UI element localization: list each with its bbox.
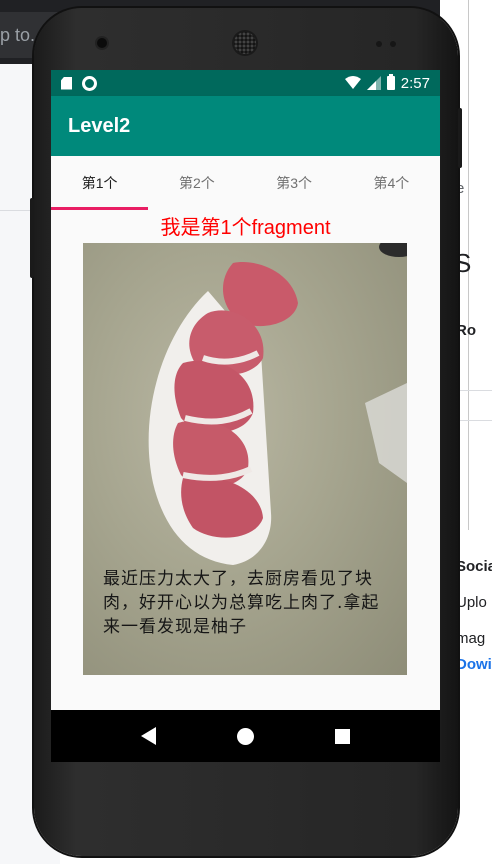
tab-4[interactable]: 第4个	[343, 156, 440, 210]
sd-card-icon	[61, 76, 72, 90]
device-screen: 2:57 Level2 第1个 第2个 第3个 第4个 我是第1个fragmen…	[51, 70, 440, 762]
background-window	[468, 0, 492, 530]
fragment-text: 我是第1个fragment	[160, 217, 331, 239]
proximity-sensor	[376, 41, 382, 47]
tab-1[interactable]: 第1个	[51, 156, 148, 210]
signal-icon	[366, 76, 381, 90]
photo-caption: 最近压力太大了，去厨房看见了块肉，好开心以为总算吃上肉了.拿起来一看发现是柚子	[103, 569, 380, 637]
recents-icon[interactable]	[334, 728, 350, 744]
power-button[interactable]	[458, 108, 462, 168]
volume-button[interactable]	[30, 198, 34, 278]
home-icon[interactable]	[236, 727, 254, 745]
tab-2[interactable]: 第2个	[148, 156, 245, 210]
tab-layout: 第1个 第2个 第3个 第4个	[51, 156, 440, 210]
tab-label: 第1个	[81, 175, 118, 191]
navigation-bar	[51, 710, 440, 762]
background-link[interactable]: Dowi	[456, 656, 492, 673]
app-title: Level2	[68, 114, 131, 137]
background-text: Socia	[456, 558, 492, 575]
front-camera	[97, 38, 107, 48]
status-time: 2:57	[400, 74, 430, 92]
fragment-content: 我是第1个fragment 最近压力太大了，去厨房看见了块肉，好开心以为总算吃上…	[51, 210, 440, 696]
light-sensor	[390, 41, 396, 47]
app-bar: Level2	[51, 96, 440, 156]
tab-label: 第3个	[276, 175, 313, 191]
tab-label: 第2个	[178, 175, 215, 191]
background-divider	[460, 390, 492, 391]
background-text: Ro	[456, 322, 476, 339]
background-divider	[460, 420, 492, 421]
wifi-icon	[344, 76, 361, 89]
meme-photo: 最近压力太大了，去厨房看见了块肉，好开心以为总算吃上肉了.拿起来一看发现是柚子	[83, 243, 407, 675]
tab-label: 第4个	[373, 175, 410, 191]
battery-icon	[386, 74, 395, 90]
background-text: Uplo	[456, 594, 487, 611]
earpiece-speaker	[234, 32, 256, 54]
status-bar: 2:57	[51, 70, 440, 96]
back-icon[interactable]	[141, 727, 157, 745]
sync-ring-icon	[82, 75, 97, 91]
tab-3[interactable]: 第3个	[246, 156, 343, 210]
background-text: mag	[456, 630, 486, 647]
